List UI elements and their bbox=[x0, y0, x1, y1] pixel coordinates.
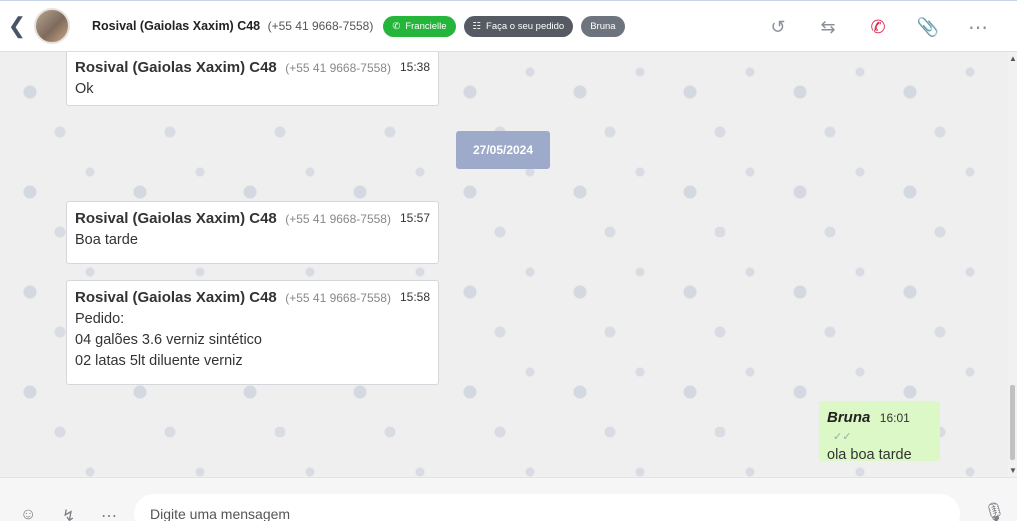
message-text: Ok bbox=[75, 81, 94, 97]
message-time: 15:58 bbox=[399, 290, 430, 304]
sender-phone: (+55 41 9668-7558) bbox=[285, 61, 391, 75]
sender-name: Rosival (Gaiolas Xaxim) C48 bbox=[75, 289, 277, 306]
outgoing-message-bubble: Bruna 16:01 ✓✓ ola boa tarde bbox=[819, 401, 940, 463]
sitemap-icon: ☷ bbox=[472, 20, 482, 32]
message-bubble: Rosival (Gaiolas Xaxim) C48 (+55 41 9668… bbox=[66, 280, 439, 385]
avatar[interactable] bbox=[34, 8, 70, 44]
whatsapp-icon: ✆ bbox=[392, 20, 401, 32]
more-icon[interactable]: ⋯ bbox=[953, 7, 1003, 47]
message-input[interactable] bbox=[134, 494, 960, 521]
call-end-icon[interactable]: ✆ bbox=[853, 7, 903, 47]
microphone-icon[interactable]: 🎙 bbox=[983, 502, 1006, 521]
sender-phone: (+55 41 9668-7558) bbox=[285, 212, 391, 226]
scroll-down-arrow-icon[interactable]: ▼ bbox=[1009, 466, 1017, 475]
scrollbar-thumb[interactable] bbox=[1010, 385, 1015, 460]
scroll-up-arrow-icon[interactable]: ▲ bbox=[1009, 54, 1017, 63]
message-text-line: 02 latas 5lt diluente verniz bbox=[75, 353, 243, 369]
message-bubble: Rosival (Gaiolas Xaxim) C48 (+55 41 9668… bbox=[66, 201, 439, 264]
tag-bruna[interactable]: Bruna bbox=[581, 15, 625, 37]
more-options-icon[interactable]: ⋯ bbox=[101, 506, 117, 521]
tag-label: Francielle bbox=[405, 20, 447, 32]
message-time: 16:01 bbox=[879, 411, 910, 425]
message-text: Boa tarde bbox=[75, 232, 138, 248]
tag-francielle[interactable]: ✆ Francielle bbox=[383, 15, 456, 37]
message-text-line: Pedido: bbox=[75, 311, 125, 327]
attach-icon[interactable]: 📎 bbox=[903, 7, 953, 47]
chat-scrollbar[interactable]: ▲ ▼ bbox=[1008, 52, 1017, 477]
message-time: 15:57 bbox=[399, 211, 430, 225]
message-composer: ☺ ↯ ⋯ 🎙 bbox=[0, 477, 1017, 521]
tag-label: Faça o seu pedido bbox=[486, 20, 565, 32]
emoji-icon[interactable]: ☺ bbox=[20, 506, 36, 521]
tag-faca-pedido[interactable]: ☷ Faça o seu pedido bbox=[463, 15, 574, 37]
contact-info[interactable]: Rosival (Gaiolas Xaxim) C48 (+55 41 9668… bbox=[92, 17, 373, 35]
back-arrow-icon[interactable]: ❮ bbox=[0, 0, 34, 52]
chat-area[interactable]: Rosival (Gaiolas Xaxim) C48 (+55 41 9668… bbox=[0, 52, 1008, 477]
message-text-line: 04 galões 3.6 verniz sintético bbox=[75, 332, 262, 348]
message-text: ola boa tarde bbox=[827, 447, 912, 463]
sender-name: Rosival (Gaiolas Xaxim) C48 bbox=[75, 59, 277, 76]
sender-name: Rosival (Gaiolas Xaxim) C48 bbox=[75, 210, 277, 227]
history-icon[interactable]: ↺ bbox=[753, 7, 803, 47]
lightning-icon[interactable]: ↯ bbox=[62, 506, 75, 521]
message-time: 15:38 bbox=[399, 60, 430, 74]
tag-label: Bruna bbox=[590, 20, 616, 32]
chat-header: ❮ Rosival (Gaiolas Xaxim) C48 (+55 41 96… bbox=[0, 0, 1017, 52]
transfer-icon[interactable]: ⇆ bbox=[803, 7, 853, 47]
contact-name: Rosival (Gaiolas Xaxim) C48 bbox=[92, 19, 261, 33]
sender-phone: (+55 41 9668-7558) bbox=[285, 291, 391, 305]
message-bubble: Rosival (Gaiolas Xaxim) C48 (+55 41 9668… bbox=[66, 52, 439, 106]
sender-name: Bruna bbox=[827, 409, 871, 426]
date-separator: 27/05/2024 bbox=[456, 131, 550, 169]
double-check-icon: ✓✓ bbox=[833, 431, 852, 443]
contact-phone: (+55 41 9668-7558) bbox=[267, 19, 374, 33]
